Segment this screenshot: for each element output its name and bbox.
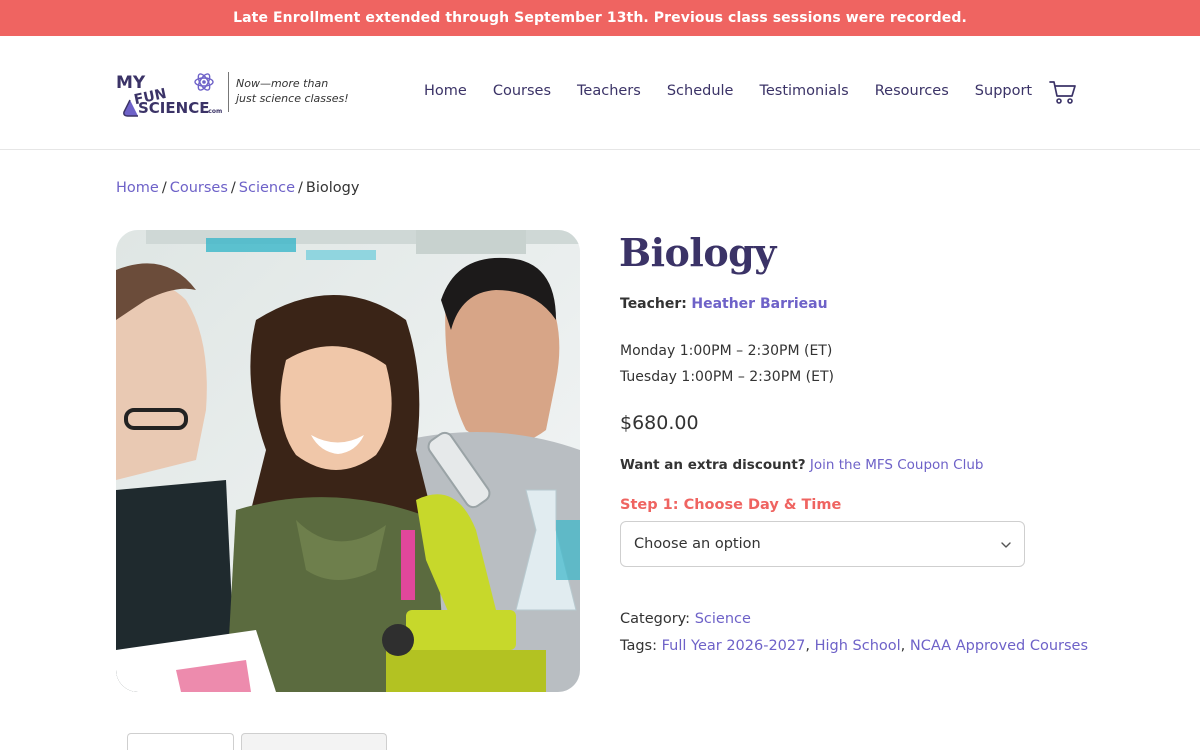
product-category: Category: Science — [620, 611, 751, 627]
nav-courses[interactable]: Courses — [493, 83, 551, 99]
product-tags: Tags: Full Year 2026-2027, High School, … — [620, 638, 1089, 654]
atom-nucleus — [202, 80, 206, 84]
breadcrumb-home[interactable]: Home — [116, 180, 159, 196]
teacher-info: Teacher: Heather Barrieau — [620, 296, 828, 312]
tag-link[interactable]: NCAA Approved Courses — [910, 638, 1088, 654]
tagline-line2: just science classes! — [236, 92, 349, 105]
chevron-down-icon — [1001, 542, 1011, 548]
breadcrumb: Home / Courses / Science / Biology — [116, 180, 359, 196]
breadcrumb-separator: / — [230, 180, 236, 196]
class-times: Monday 1:00PM – 2:30PM (ET) Tuesday 1:00… — [620, 338, 834, 390]
tag-link[interactable]: High School — [815, 638, 901, 654]
step-label: Step 1: Choose Day & Time — [620, 497, 842, 513]
tag-link[interactable]: Full Year 2026-2027 — [662, 638, 806, 654]
cart-icon[interactable] — [1049, 79, 1077, 105]
announcement-banner: Late Enrollment extended through Septemb… — [0, 0, 1200, 36]
day-time-select[interactable]: Choose an option — [620, 521, 1025, 567]
select-value: Choose an option — [634, 536, 761, 552]
site-logo[interactable]: MY FUN SCIENCE .com — [116, 68, 224, 118]
nav-home[interactable]: Home — [424, 83, 467, 99]
breadcrumb-separator: / — [298, 180, 303, 196]
tags-label: Tags: — [620, 638, 657, 654]
lab-students-photo — [116, 230, 580, 692]
logo-divider — [228, 72, 229, 112]
product-image[interactable] — [116, 230, 580, 692]
nav-resources[interactable]: Resources — [875, 83, 949, 99]
breadcrumb-science[interactable]: Science — [239, 180, 295, 196]
nav-support[interactable]: Support — [975, 83, 1032, 99]
site-header: MY FUN SCIENCE .com Now—more than just s… — [0, 36, 1200, 150]
category-link[interactable]: Science — [695, 611, 751, 627]
nav-schedule[interactable]: Schedule — [667, 83, 734, 99]
logo-science: SCIENCE — [138, 99, 209, 117]
coupon-club-link[interactable]: Join the MFS Coupon Club — [810, 457, 984, 473]
product-price: $680.00 — [620, 412, 699, 434]
product-title: Biology — [619, 230, 776, 275]
teacher-link[interactable]: Heather Barrieau — [691, 296, 827, 312]
breadcrumb-courses[interactable]: Courses — [170, 180, 228, 196]
logo-com: .com — [206, 108, 222, 115]
nav-testimonials[interactable]: Testimonials — [759, 83, 848, 99]
breadcrumb-separator: / — [161, 180, 167, 196]
nav-teachers[interactable]: Teachers — [577, 83, 641, 99]
banner-text: Late Enrollment extended through Septemb… — [233, 10, 967, 26]
class-time-monday: Monday 1:00PM – 2:30PM (ET) — [620, 343, 833, 359]
discount-notice: Want an extra discount? Join the MFS Cou… — [620, 457, 983, 473]
class-time-tuesday: Tuesday 1:00PM – 2:30PM (ET) — [620, 369, 834, 385]
tab-additional-info[interactable] — [241, 733, 387, 750]
tab-description[interactable] — [127, 733, 234, 750]
main-nav: Home Courses Teachers Schedule Testimoni… — [424, 83, 1058, 99]
category-label: Category: — [620, 611, 691, 627]
breadcrumb-current: Biology — [305, 180, 360, 196]
tagline-line1: Now—more than — [236, 77, 329, 90]
site-tagline: Now—more than just science classes! — [236, 76, 366, 106]
teacher-label: Teacher: — [620, 296, 687, 312]
discount-label: Want an extra discount? — [620, 457, 806, 473]
